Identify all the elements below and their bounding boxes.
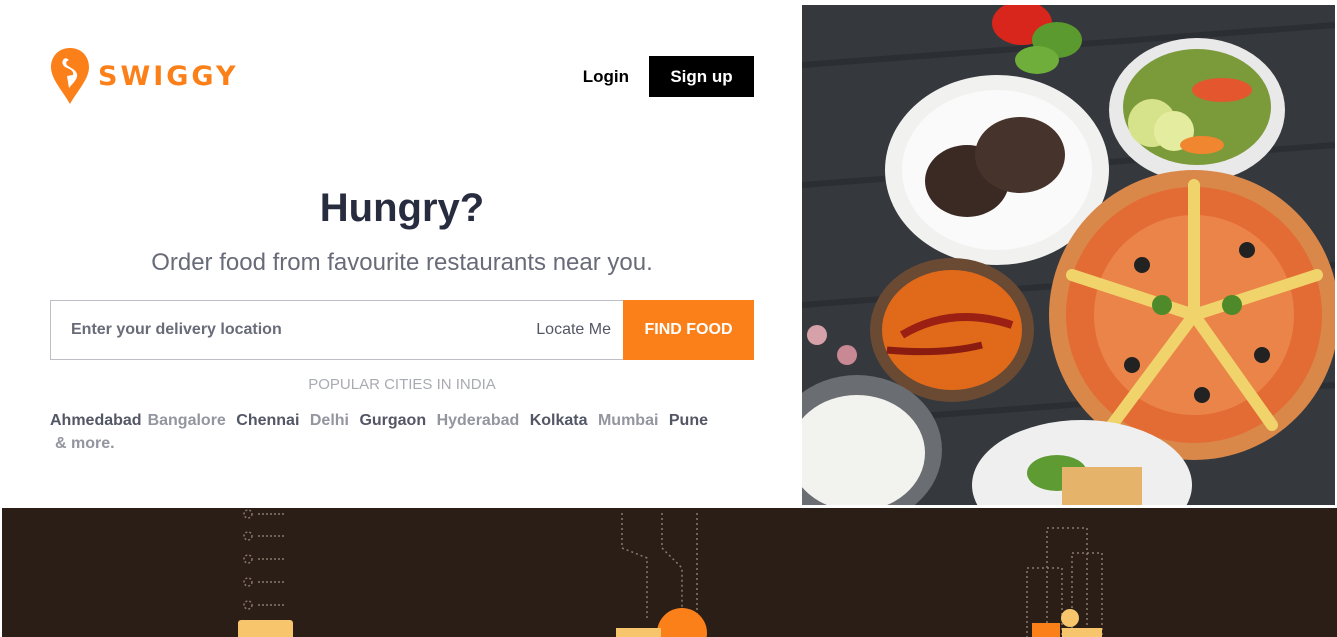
city-link-hyderabad[interactable]: Hyderabad — [437, 412, 520, 429]
landing-page: SWIGGY Login Sign up Hungry? Order food … — [0, 0, 1337, 637]
delivery-rider-icon — [1032, 609, 1102, 637]
food-spread-image — [802, 5, 1335, 505]
city-link-kolkata[interactable]: Kolkata — [530, 412, 588, 429]
auth-actions: Login Sign up — [583, 56, 754, 97]
city-link-chennai[interactable]: Chennai — [236, 412, 299, 429]
swiggy-logo[interactable]: SWIGGY — [50, 46, 239, 106]
locate-me-button[interactable]: Locate Me — [536, 301, 623, 359]
delivery-location-input[interactable] — [51, 301, 537, 359]
order-icon — [243, 509, 285, 610]
city-link-mumbai[interactable]: Mumbai — [598, 412, 658, 429]
delivery-illustrations — [238, 509, 1103, 637]
hero-panel: SWIGGY Login Sign up Hungry? Order food … — [0, 0, 802, 508]
hero-subtitle: Order food from favourite restaurants ne… — [151, 249, 653, 276]
popular-cities-list: Ahmedabad Bangalore Chennai Delhi Gurgaon… — [50, 409, 754, 455]
brand-name: SWIGGY — [98, 60, 239, 92]
signup-button[interactable]: Sign up — [649, 56, 754, 97]
city-link-gurgaon[interactable]: Gurgaon — [359, 412, 426, 429]
city-link-delhi[interactable]: Delhi — [310, 412, 349, 429]
hero-title: Hungry? — [319, 186, 485, 230]
popular-cities-heading: POPULAR CITIES IN INDIA — [308, 376, 496, 393]
package-icon — [616, 628, 661, 637]
location-search-bar: Locate Me FIND FOOD — [50, 300, 754, 360]
salad-bowl — [1109, 38, 1285, 182]
order-box-icon — [238, 620, 293, 637]
city-link-ahmedabad[interactable]: Ahmedabad — [50, 412, 142, 429]
login-link[interactable]: Login — [583, 67, 629, 87]
food-illustration — [802, 5, 1335, 505]
curry-bowl — [870, 258, 1034, 402]
how-it-works-section — [2, 508, 1337, 637]
pizza — [1049, 170, 1335, 460]
find-food-button[interactable]: FIND FOOD — [623, 300, 754, 360]
more-cities-link[interactable]: & more. — [50, 432, 748, 455]
location-pin-icon — [657, 608, 707, 637]
city-link-pune[interactable]: Pune — [669, 412, 708, 429]
city-link-bangalore[interactable]: Bangalore — [148, 412, 226, 429]
swiggy-logo-icon — [51, 48, 89, 104]
